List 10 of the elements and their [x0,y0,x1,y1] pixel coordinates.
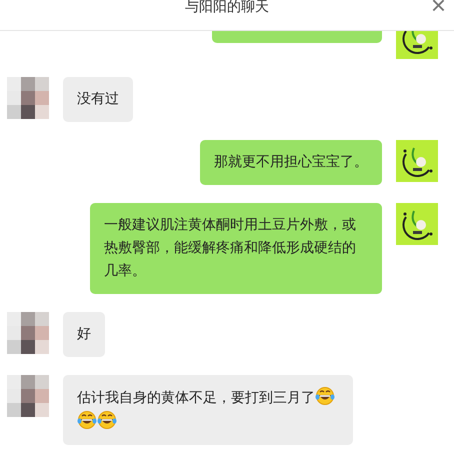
sent-message-bubble: 一般建议肌注黄体酮时用土豆片外敷，或热敷臀部，能缓解疼痛和降低形成硬结的几率。 [90,203,382,294]
logo-avatar-icon [396,140,438,182]
laughing-crying-emoji-icon [97,410,117,430]
received-message-bubble: 好 [63,312,105,357]
laughing-crying-emoji-icon [77,410,97,430]
received-message-bubble: 估计我自身的黄体不足，要打到三月了 [63,375,353,445]
received-message-bubble: 没有过 [63,77,133,122]
laughing-crying-emoji-icon [315,386,335,406]
sent-message-bubble: 那就更不用担心宝宝了。 [200,140,382,185]
logo-avatar-icon [396,203,438,245]
